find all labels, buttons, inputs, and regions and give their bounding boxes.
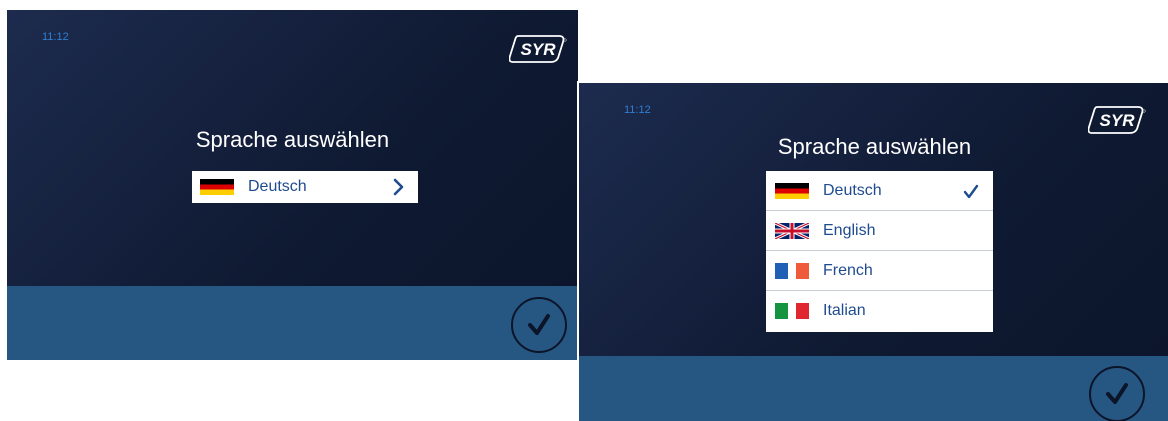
clock: 11:12 (42, 31, 69, 43)
bottom-bar (7, 286, 578, 360)
language-screen-collapsed: 11:12 SYR Sprache auswählen Deutsch (7, 10, 578, 360)
confirm-button[interactable] (1089, 366, 1145, 421)
language-list: Deutsch English French Italian (766, 171, 993, 332)
clock: 11:12 (624, 104, 651, 116)
flag-france-icon (775, 262, 809, 279)
flag-italy-icon (775, 303, 809, 319)
check-icon (528, 314, 550, 335)
check-icon (1106, 383, 1128, 404)
bottom-bar (579, 356, 1168, 421)
flag-uk-icon (775, 222, 809, 239)
chevron-right-icon[interactable] (392, 178, 406, 196)
language-label: French (823, 261, 873, 279)
language-label: Italian (823, 302, 866, 319)
language-label: English (823, 221, 876, 239)
syr-logo: SYR (509, 35, 567, 63)
language-screen-expanded: 11:12 SYR Sprache auswählen Deutsch Engl… (577, 81, 1168, 421)
flag-germany-icon (200, 179, 234, 195)
page-title: Sprache auswählen (195, 127, 390, 152)
brand-text: SYR (521, 40, 557, 59)
confirm-button[interactable] (511, 297, 567, 353)
syr-logo: SYR (1088, 106, 1146, 134)
language-option-italian[interactable]: Italian (766, 291, 993, 331)
page-title: Sprache auswählen (777, 134, 972, 159)
language-option-deutsch[interactable]: Deutsch (766, 171, 993, 211)
flag-germany-icon (775, 182, 809, 199)
brand-text: SYR (1100, 111, 1136, 130)
language-option-french[interactable]: French (766, 251, 993, 291)
selected-language-label: Deutsch (248, 178, 307, 195)
language-dropdown[interactable]: Deutsch (192, 171, 418, 203)
language-label: Deutsch (823, 181, 882, 199)
selected-check-icon (963, 184, 979, 199)
language-option-english[interactable]: English (766, 211, 993, 251)
